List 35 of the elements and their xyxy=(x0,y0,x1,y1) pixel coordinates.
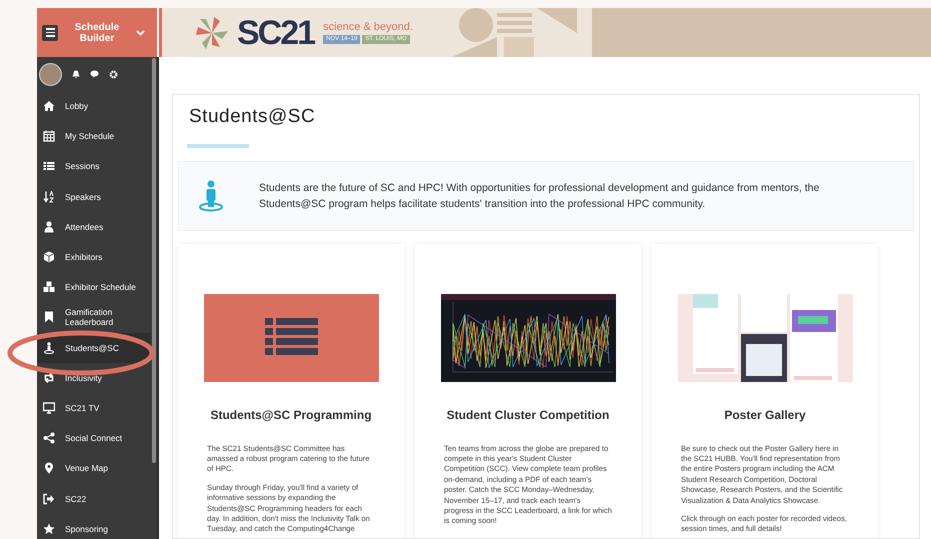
card-title: Poster Gallery xyxy=(724,406,806,424)
star-icon xyxy=(43,522,55,535)
chat-icon[interactable] xyxy=(90,70,99,78)
title-underline xyxy=(187,144,249,148)
home-icon xyxy=(43,100,55,112)
card-title: Students@SC Programming xyxy=(210,406,372,424)
user-icon xyxy=(43,220,55,233)
feature-card[interactable] xyxy=(178,244,404,538)
cube-icon xyxy=(43,251,55,264)
sort-icon xyxy=(43,190,55,203)
avatar[interactable] xyxy=(39,62,62,86)
retweet-icon xyxy=(43,372,55,384)
student-icon xyxy=(198,180,224,212)
calendar-icon xyxy=(43,130,55,142)
menu-button[interactable] xyxy=(42,24,58,40)
student-icon xyxy=(43,342,55,354)
logo-wordmark: SC21 xyxy=(237,16,314,50)
feature-card[interactable] xyxy=(415,244,641,538)
exit-arrow-icon xyxy=(43,492,55,505)
intro-text: Students are the future of SC and HPC! With opportunities for professional development and guidance from mentors, the Students@SC program helps facilitate students' transition into the professional HPC community. xyxy=(259,180,820,212)
scrollbar-thumb[interactable] xyxy=(152,58,156,463)
page-title: Students@SC xyxy=(188,105,316,129)
share-icon xyxy=(43,432,55,444)
sidebar-title: Schedule Builder xyxy=(74,22,120,44)
map-pin-icon xyxy=(43,462,55,474)
monitor-icon xyxy=(43,402,55,414)
settings-icon[interactable] xyxy=(109,70,118,78)
list-icon xyxy=(43,160,55,172)
bell-icon[interactable] xyxy=(72,70,80,78)
chevron-down-icon[interactable] xyxy=(136,30,145,36)
bookmark-icon xyxy=(43,311,55,324)
tagline: science & beyond. xyxy=(323,22,413,32)
feature-card[interactable] xyxy=(652,244,878,538)
cubes-icon xyxy=(43,281,55,294)
card-title: Student Cluster Competition xyxy=(446,406,610,424)
